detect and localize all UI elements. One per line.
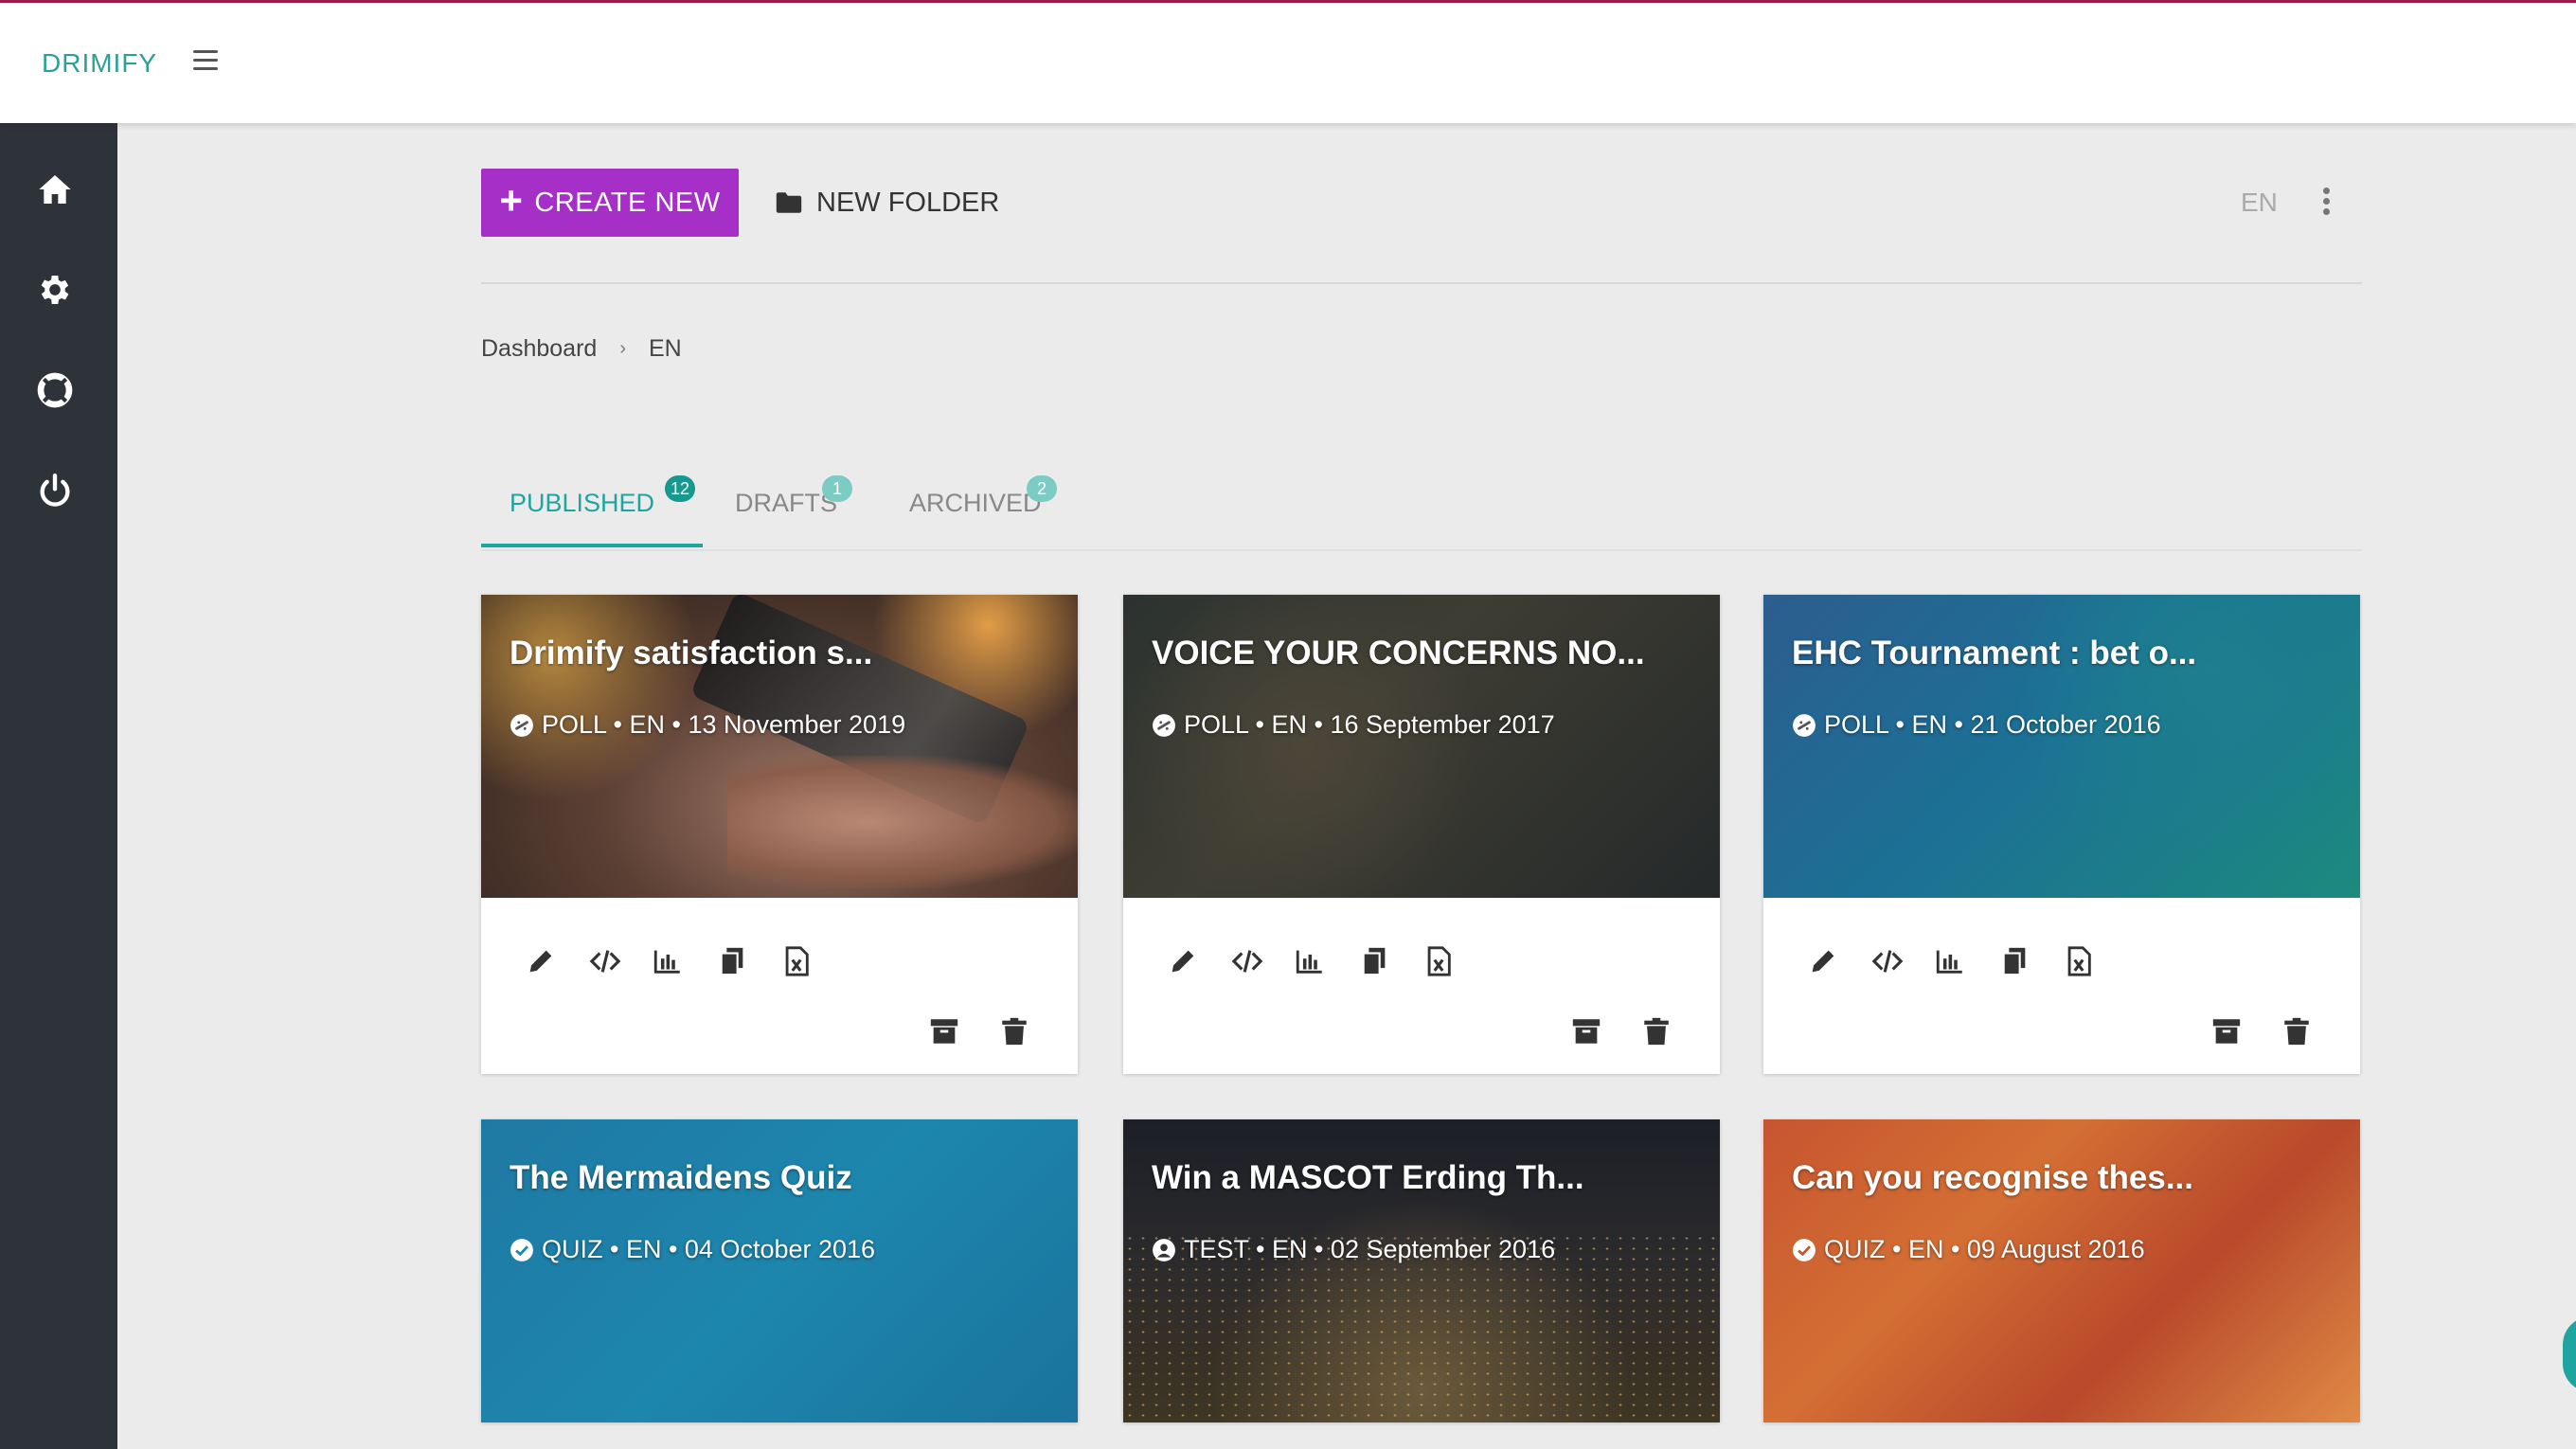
embed-code-icon[interactable] <box>1231 945 1263 977</box>
card-meta: POLL • EN • 21 October 2016 <box>1792 710 2161 740</box>
breadcrumb-current: EN <box>648 335 682 362</box>
breadcrumb: Dashboard › EN <box>481 335 682 363</box>
active-tab-indicator <box>481 544 703 547</box>
edit-pencil-icon[interactable] <box>525 945 557 977</box>
archive-icon[interactable] <box>1570 1015 1602 1047</box>
card-meta-text: POLL • EN • 16 September 2017 <box>1184 710 1555 739</box>
delete-trash-icon[interactable] <box>998 1015 1030 1047</box>
user-circle-icon <box>1153 1238 1175 1261</box>
embed-code-icon[interactable] <box>589 945 621 977</box>
duplicate-copy-icon[interactable] <box>1998 945 2030 977</box>
card-title[interactable]: Can you recognise thes... <box>1792 1159 2193 1197</box>
tab-archived-label: ARCHIVED <box>909 489 1042 517</box>
edit-pencil-icon[interactable] <box>1807 945 1839 977</box>
archive-icon[interactable] <box>2210 1015 2243 1047</box>
create-new-button[interactable]: + CREATE NEW <box>481 169 739 237</box>
help-lifebuoy-icon[interactable] <box>36 371 78 413</box>
archive-icon[interactable] <box>928 1015 960 1047</box>
card-title[interactable]: Drimify satisfaction s... <box>510 635 872 672</box>
breadcrumb-separator: › <box>619 338 626 359</box>
card-cover-image[interactable]: Win a MASCOT Erding Th... TEST • EN • 02… <box>1123 1119 1720 1422</box>
stats-chart-icon[interactable] <box>652 945 684 977</box>
toolbar-divider <box>481 282 2362 284</box>
export-excel-icon[interactable] <box>780 945 813 977</box>
card-meta-text: TEST • EN • 02 September 2016 <box>1184 1235 1556 1263</box>
breadcrumb-dashboard[interactable]: Dashboard <box>481 335 597 363</box>
campaign-card[interactable]: The Mermaidens Quiz QUIZ • EN • 04 Octob… <box>481 1119 1078 1422</box>
sidebar <box>0 123 117 1449</box>
card-cover-image[interactable]: The Mermaidens Quiz QUIZ • EN • 04 Octob… <box>481 1119 1078 1422</box>
card-meta: QUIZ • EN • 04 October 2016 <box>510 1235 875 1264</box>
folder-icon <box>776 192 802 213</box>
duplicate-copy-icon[interactable] <box>1358 945 1390 977</box>
check-circle-icon <box>510 1238 533 1261</box>
poll-icon <box>1793 713 1816 737</box>
campaign-card[interactable]: Win a MASCOT Erding Th... TEST • EN • 02… <box>1123 1119 1720 1422</box>
campaign-card[interactable]: VOICE YOUR CONCERNS NO... POLL • EN • 16… <box>1123 595 1720 1074</box>
card-title[interactable]: The Mermaidens Quiz <box>510 1159 852 1197</box>
card-cover-image[interactable]: Drimify satisfaction s... POLL • EN • 13… <box>481 595 1078 898</box>
card-actions <box>481 898 1078 1074</box>
stats-chart-icon[interactable] <box>1294 945 1326 977</box>
export-excel-icon[interactable] <box>2063 945 2095 977</box>
tab-drafts[interactable]: DRAFTS 1 <box>735 475 852 518</box>
chat-widget-button[interactable] <box>2563 1316 2576 1392</box>
card-meta: QUIZ • EN • 09 August 2016 <box>1792 1235 2145 1264</box>
power-icon[interactable] <box>36 472 78 513</box>
cover-hand-shape <box>727 756 1078 888</box>
menu-toggle-icon[interactable] <box>193 50 218 71</box>
home-icon[interactable] <box>36 170 78 212</box>
card-meta-text: POLL • EN • 13 November 2019 <box>542 710 906 739</box>
duplicate-copy-icon[interactable] <box>716 945 748 977</box>
delete-trash-icon[interactable] <box>1640 1015 1673 1047</box>
embed-code-icon[interactable] <box>1871 945 1904 977</box>
card-cover-image[interactable]: VOICE YOUR CONCERNS NO... POLL • EN • 16… <box>1123 595 1720 898</box>
plus-icon: + <box>499 178 524 223</box>
card-cover-image[interactable]: Can you recognise thes... QUIZ • EN • 09… <box>1763 1119 2360 1422</box>
campaign-card[interactable]: Drimify satisfaction s... POLL • EN • 13… <box>481 595 1078 1074</box>
check-circle-icon <box>1793 1238 1816 1261</box>
app-logo[interactable]: DRIMIFY <box>42 48 157 79</box>
gear-icon[interactable] <box>36 271 78 313</box>
tab-drafts-count: 1 <box>822 475 852 502</box>
stats-chart-icon[interactable] <box>1934 945 1966 977</box>
card-meta-text: QUIZ • EN • 04 October 2016 <box>542 1235 876 1263</box>
poll-icon <box>1153 713 1175 737</box>
campaign-card[interactable]: Can you recognise thes... QUIZ • EN • 09… <box>1763 1119 2360 1422</box>
card-meta: POLL • EN • 16 September 2017 <box>1152 710 1555 740</box>
tab-published[interactable]: PUBLISHED 12 <box>510 475 696 518</box>
edit-pencil-icon[interactable] <box>1167 945 1199 977</box>
delete-trash-icon[interactable] <box>2281 1015 2313 1047</box>
new-folder-label: NEW FOLDER <box>816 187 1000 218</box>
card-title[interactable]: VOICE YOUR CONCERNS NO... <box>1152 635 1645 672</box>
card-title[interactable]: Win a MASCOT Erding Th... <box>1152 1159 1584 1197</box>
tab-published-label: PUBLISHED <box>510 489 655 517</box>
card-meta: TEST • EN • 02 September 2016 <box>1152 1235 1555 1264</box>
new-folder-button[interactable]: NEW FOLDER <box>775 174 999 231</box>
card-title[interactable]: EHC Tournament : bet o... <box>1792 635 2196 672</box>
more-options-icon[interactable] <box>2317 188 2335 218</box>
create-new-label: CREATE NEW <box>534 187 721 218</box>
top-bar: DRIMIFY <box>0 0 2576 123</box>
tab-archived-count: 2 <box>1027 475 1057 502</box>
card-cover-image[interactable]: EHC Tournament : bet o... POLL • EN • 21… <box>1763 595 2360 898</box>
export-excel-icon[interactable] <box>1422 945 1455 977</box>
card-meta-text: POLL • EN • 21 October 2016 <box>1824 710 2161 739</box>
tab-published-count: 12 <box>665 475 696 502</box>
card-meta-text: QUIZ • EN • 09 August 2016 <box>1824 1235 2145 1263</box>
language-selector[interactable]: EN <box>2241 188 2278 218</box>
campaign-card[interactable]: EHC Tournament : bet o... POLL • EN • 21… <box>1763 595 2360 1074</box>
status-tabs: PUBLISHED 12 DRAFTS 1 ARCHIVED 2 <box>481 474 2362 551</box>
card-actions <box>1123 898 1720 1074</box>
tab-archived[interactable]: ARCHIVED 2 <box>909 475 1057 518</box>
poll-icon <box>510 713 533 737</box>
card-actions <box>1763 898 2360 1074</box>
card-meta: POLL • EN • 13 November 2019 <box>510 710 905 740</box>
